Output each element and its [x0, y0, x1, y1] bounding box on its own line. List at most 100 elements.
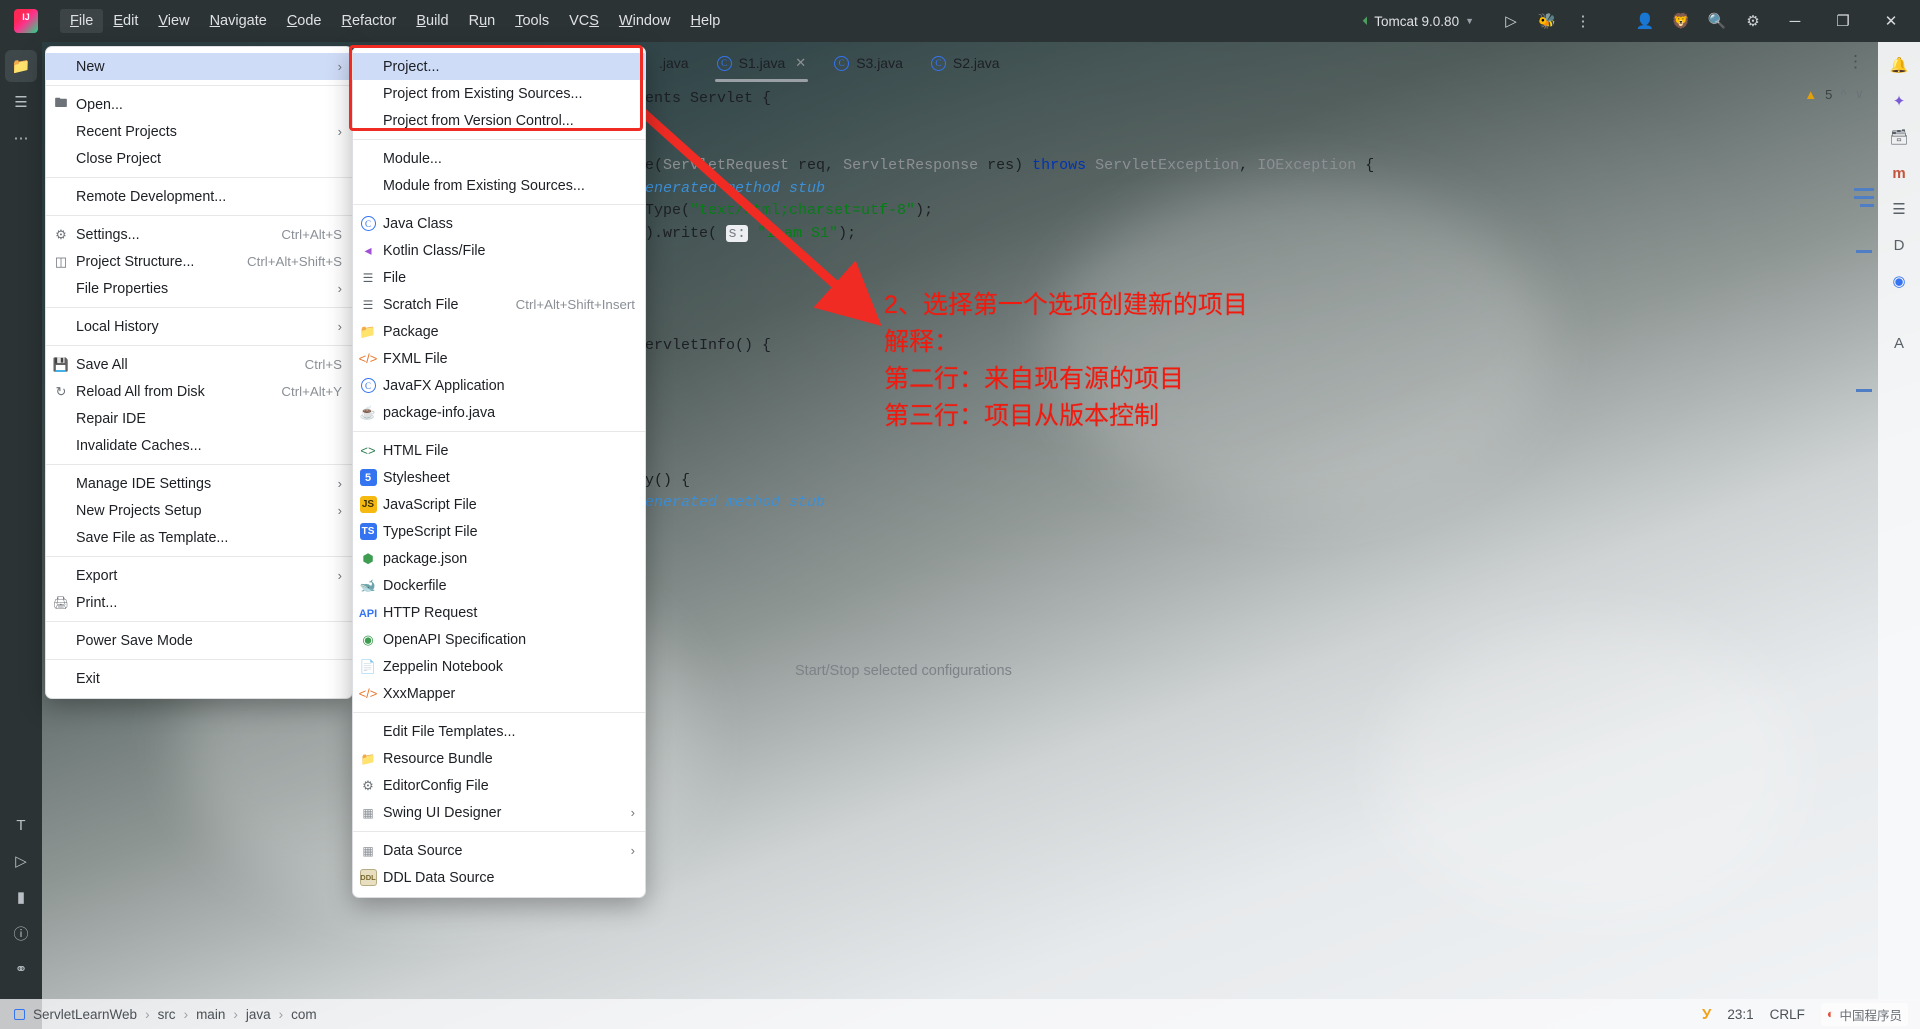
database-icon[interactable]: 🗃: [1884, 122, 1914, 152]
menu-item-power-save-mode[interactable]: Power Save Mode: [46, 627, 352, 654]
menu-item-export[interactable]: Export ›: [46, 562, 352, 589]
menu-item-module[interactable]: Module...: [353, 145, 645, 172]
minimize-button[interactable]: ─: [1772, 0, 1818, 42]
menu-item-local-history[interactable]: Local History ›: [46, 313, 352, 340]
menubar-item-tools[interactable]: Tools: [505, 9, 559, 33]
menubar-item-navigate[interactable]: Navigate: [200, 9, 277, 33]
account-icon[interactable]: 👤: [1628, 6, 1662, 36]
menu-item-file-properties[interactable]: File Properties ›: [46, 275, 352, 302]
breadcrumb-item[interactable]: ServletLearnWeb: [33, 1007, 137, 1022]
menu-item-http-request[interactable]: API HTTP Request: [353, 599, 645, 626]
menu-item-project[interactable]: Project...: [353, 53, 645, 80]
line-separator[interactable]: CRLF: [1770, 1007, 1805, 1022]
menubar-item-file[interactable]: File: [60, 9, 104, 33]
menu-item-stylesheet[interactable]: 5 Stylesheet: [353, 464, 645, 491]
menu-bar[interactable]: File Edit View Navigate Code Refactor Build Run…: [60, 0, 730, 42]
menubar-item-code[interactable]: Code: [277, 9, 332, 33]
menubar-item-edit[interactable]: Edit: [103, 9, 148, 33]
breadcrumb-item[interactable]: com: [291, 1007, 317, 1022]
menu-item-module-from-existing-sources[interactable]: Module from Existing Sources...: [353, 172, 645, 199]
settings-gear-icon[interactable]: ⚙: [1736, 6, 1770, 36]
menu-item-project-structure[interactable]: ◫ Project Structure... Ctrl+Alt+Shift+S: [46, 248, 352, 275]
menu-item-dockerfile[interactable]: 🐋 Dockerfile: [353, 572, 645, 599]
editor-tab-s3java[interactable]: C S3.java: [820, 42, 917, 84]
notifications-icon[interactable]: 🔔: [1884, 50, 1914, 80]
editor-tab-strip[interactable]: .java C S1.java ✕ C S3.java C S2.java: [645, 42, 1878, 84]
close-button[interactable]: ✕: [1868, 0, 1914, 42]
search-icon[interactable]: 🔍: [1700, 6, 1734, 36]
inspection-widget[interactable]: ▲ 5 ^ ∨: [1804, 86, 1864, 102]
menubar-item-window[interactable]: Window: [609, 9, 681, 33]
ai-assistant-icon[interactable]: ✦: [1884, 86, 1914, 116]
menubar-item-build[interactable]: Build: [406, 9, 458, 33]
menu-item-project-from-existing-sources[interactable]: Project from Existing Sources...: [353, 80, 645, 107]
translate-icon[interactable]: 🦁: [1664, 6, 1698, 36]
menu-item-invalidate-caches[interactable]: Invalidate Caches...: [46, 432, 352, 459]
menu-item-new-projects-setup[interactable]: New Projects Setup ›: [46, 497, 352, 524]
editor-tab-java[interactable]: .java: [645, 42, 703, 84]
menu-item-close-project[interactable]: Close Project: [46, 145, 352, 172]
menu-item-zeppelin-notebook[interactable]: 📄 Zeppelin Notebook: [353, 653, 645, 680]
terminal-tool-icon[interactable]: ▮: [5, 881, 37, 913]
menu-item-manage-ide-settings[interactable]: Manage IDE Settings ›: [46, 470, 352, 497]
menu-item-fxml-file[interactable]: </> FXML File: [353, 345, 645, 372]
menu-item-save-file-as-template[interactable]: Save File as Template...: [46, 524, 352, 551]
docs-icon[interactable]: D: [1884, 230, 1914, 260]
menu-item-java-class[interactable]: C Java Class: [353, 210, 645, 237]
menu-item-settings[interactable]: ⚙ Settings... Ctrl+Alt+S: [46, 221, 352, 248]
menu-item-kotlin-class-file[interactable]: ◂ Kotlin Class/File: [353, 237, 645, 264]
git-tool-icon[interactable]: ⚭: [5, 953, 37, 985]
run-configuration-selector[interactable]: ⏴ Tomcat 9.0.80 ▼: [1352, 10, 1484, 33]
menu-item-data-source[interactable]: ▦ Data Source ›: [353, 837, 645, 864]
code-with-me-icon[interactable]: ◉: [1884, 266, 1914, 296]
next-problem-icon[interactable]: ∨: [1854, 86, 1864, 102]
menu-item-reload-all-from-disk[interactable]: ↻ Reload All from Disk Ctrl+Alt+Y: [46, 378, 352, 405]
more-tools-icon[interactable]: ⋯: [5, 122, 37, 154]
menu-item-html-file[interactable]: <> HTML File: [353, 437, 645, 464]
menu-item-scratch-file[interactable]: ☰ Scratch File Ctrl+Alt+Shift+Insert: [353, 291, 645, 318]
breadcrumb-item[interactable]: java: [246, 1007, 271, 1022]
breadcrumb-item[interactable]: src: [158, 1007, 176, 1022]
menu-item-package-json[interactable]: ⬢ package.json: [353, 545, 645, 572]
new-submenu[interactable]: Project... Project from Existing Sources.…: [352, 46, 646, 898]
editor-tabs-more-button[interactable]: ⋮: [1847, 52, 1865, 72]
project-tool-icon[interactable]: 📁: [5, 50, 37, 82]
menu-item-repair-ide[interactable]: Repair IDE: [46, 405, 352, 432]
menu-item-package-info-java[interactable]: ☕ package-info.java: [353, 399, 645, 426]
close-tab-icon[interactable]: ✕: [795, 55, 806, 71]
menu-item-project-from-version-control[interactable]: Project from Version Control...: [353, 107, 645, 134]
menubar-item-refactor[interactable]: Refactor: [332, 9, 407, 33]
menu-item-save-all[interactable]: 💾 Save All Ctrl+S: [46, 351, 352, 378]
menu-item-typescript-file[interactable]: TS TypeScript File: [353, 518, 645, 545]
menu-item-openapi-specification[interactable]: ◉ OpenAPI Specification: [353, 626, 645, 653]
debug-button[interactable]: 🐝: [1530, 6, 1564, 36]
menubar-item-vcs[interactable]: VCS: [559, 9, 609, 33]
run-tool-icon[interactable]: ▷: [5, 845, 37, 877]
menu-item-editorconfig-file[interactable]: ⚙ EditorConfig File: [353, 772, 645, 799]
maximize-button[interactable]: ❐: [1820, 0, 1866, 42]
maven-icon[interactable]: m: [1884, 158, 1914, 188]
menu-item-xxxmapper[interactable]: </> XxxMapper: [353, 680, 645, 707]
commit-tool-icon[interactable]: ☰: [5, 86, 37, 118]
menu-item-remote-development[interactable]: Remote Development...: [46, 183, 352, 210]
run-button[interactable]: ▷: [1494, 6, 1528, 36]
menu-item-recent-projects[interactable]: Recent Projects ›: [46, 118, 352, 145]
menu-item-javascript-file[interactable]: JS JavaScript File: [353, 491, 645, 518]
menu-item-file[interactable]: ☰ File: [353, 264, 645, 291]
breadcrumb-item[interactable]: main: [196, 1007, 225, 1022]
problems-tool-icon[interactable]: ⓘ: [5, 917, 37, 949]
gradle-icon[interactable]: ☰: [1884, 194, 1914, 224]
editor-tab-s2java[interactable]: C S2.java: [917, 42, 1014, 84]
file-menu[interactable]: New › 🖿 Open... Recent Projects › Close Projec…: [45, 46, 353, 699]
menu-item-new[interactable]: New ›: [46, 53, 352, 80]
menu-item-resource-bundle[interactable]: 📁 Resource Bundle: [353, 745, 645, 772]
menubar-item-run[interactable]: Run: [459, 9, 506, 33]
menubar-item-view[interactable]: View: [148, 9, 199, 33]
structure-tool-icon[interactable]: T: [5, 809, 37, 841]
menu-item-swing-ui-designer[interactable]: ▦ Swing UI Designer ›: [353, 799, 645, 826]
caret-position[interactable]: 23:1: [1727, 1007, 1753, 1022]
menubar-item-help[interactable]: Help: [680, 9, 730, 33]
more-actions-button[interactable]: ⋮: [1566, 6, 1600, 36]
breadcrumb[interactable]: ServletLearnWeb › src › main › java › com: [14, 1007, 317, 1022]
menu-item-print[interactable]: 🖨 Print...: [46, 589, 352, 616]
